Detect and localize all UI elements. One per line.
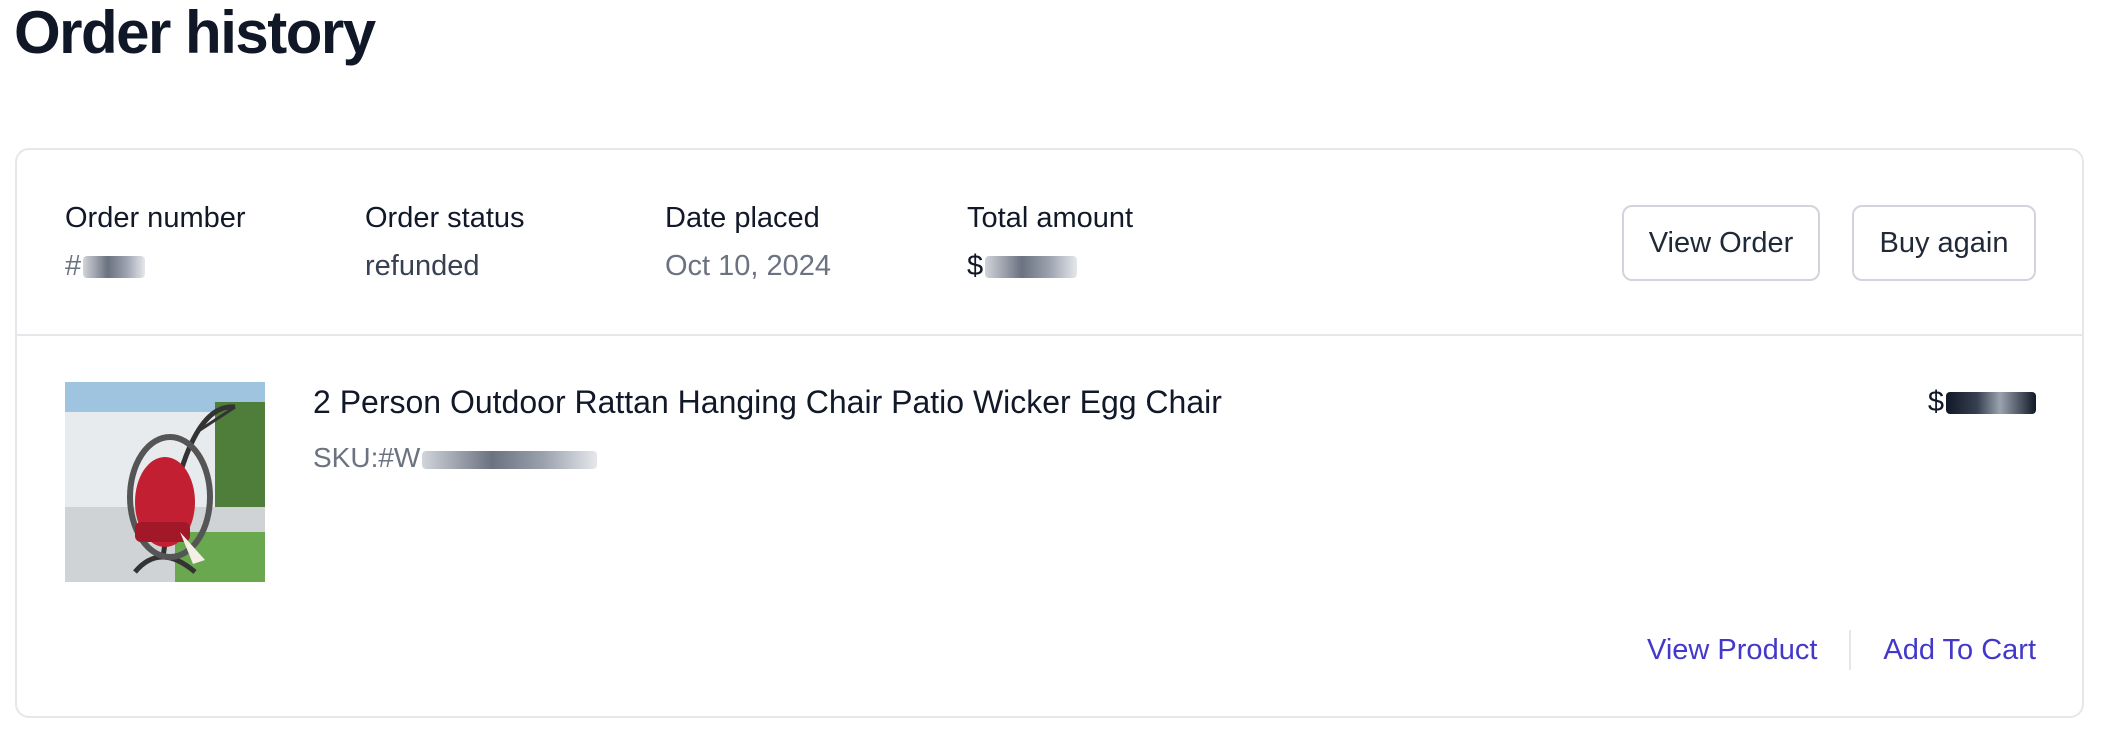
order-number-prefix: # xyxy=(65,250,82,282)
view-product-link[interactable]: View Product xyxy=(1647,630,1817,670)
order-number-value: # xyxy=(65,246,246,286)
date-placed-field: Date placed Oct 10, 2024 xyxy=(665,198,831,286)
buy-again-button[interactable]: Buy again xyxy=(1852,205,2036,281)
total-currency: $ xyxy=(967,250,984,282)
order-status-field: Order status refunded xyxy=(365,198,525,286)
add-to-cart-link[interactable]: Add To Cart xyxy=(1883,630,2036,670)
price-currency: $ xyxy=(1927,386,1944,418)
total-amount-label: Total amount xyxy=(967,202,1134,234)
order-status-value: refunded xyxy=(365,250,480,282)
product-sku: SKU:#W xyxy=(313,440,598,476)
view-order-button[interactable]: View Order xyxy=(1622,205,1820,281)
order-summary: Order number # Order status refunded Dat… xyxy=(17,150,2082,336)
product-price: $ xyxy=(1928,382,2036,422)
sku-prefix: SKU:#W xyxy=(313,442,421,473)
total-amount-value: $ xyxy=(967,246,1133,286)
order-number-field: Order number # xyxy=(65,198,246,286)
product-image[interactable] xyxy=(65,382,265,582)
order-number-label: Order number xyxy=(65,202,246,234)
product-name[interactable]: 2 Person Outdoor Rattan Hanging Chair Pa… xyxy=(313,380,1222,424)
date-placed-label: Date placed xyxy=(665,202,820,234)
order-item: 2 Person Outdoor Rattan Hanging Chair Pa… xyxy=(17,334,2082,716)
hanging-egg-chair-icon xyxy=(65,382,265,582)
redacted-sku xyxy=(422,450,598,469)
page-title: Order history xyxy=(14,0,376,66)
redacted-price xyxy=(1946,392,2036,415)
order-status-label: Order status xyxy=(365,202,525,234)
actions-divider xyxy=(1849,630,1852,670)
date-placed-value: Oct 10, 2024 xyxy=(665,250,832,282)
total-amount-field: Total amount $ xyxy=(967,198,1133,286)
item-actions: View Product Add To Cart xyxy=(1647,630,2036,670)
order-card: Order number # Order status refunded Dat… xyxy=(15,148,2084,718)
redacted-order-number xyxy=(83,256,146,279)
redacted-total-amount xyxy=(985,256,1078,279)
